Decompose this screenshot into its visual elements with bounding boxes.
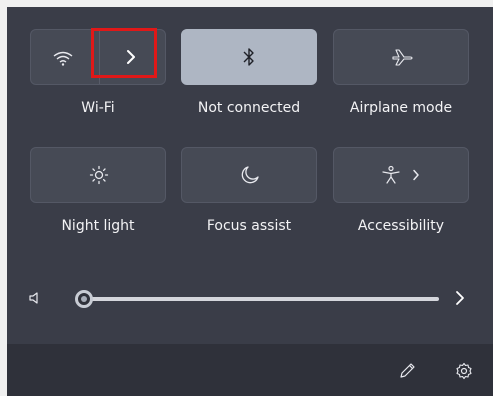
volume-slider-thumb[interactable]	[75, 290, 93, 308]
chevron-right-icon[interactable]	[412, 169, 420, 181]
focus-assist-label: Focus assist	[206, 218, 292, 234]
speaker-icon[interactable]	[28, 291, 42, 305]
volume-slider-track[interactable]	[87, 297, 439, 301]
wifi-icon	[53, 51, 73, 66]
airplane-icon	[392, 49, 413, 66]
gear-icon[interactable]	[455, 362, 473, 380]
chevron-right-icon[interactable]	[455, 290, 465, 306]
quick-settings-footer	[7, 344, 493, 396]
night-light-tile[interactable]	[30, 147, 166, 203]
airplane-mode-label: Airplane mode	[349, 100, 453, 116]
wifi-expand-button[interactable]	[99, 30, 166, 84]
moon-icon	[241, 166, 259, 184]
pencil-icon[interactable]	[398, 362, 416, 380]
quick-settings-panel: Wi-Fi Not connected Airplane mode Night …	[7, 7, 493, 396]
accessibility-label: Accessibility	[357, 218, 445, 234]
bluetooth-label: Not connected	[197, 100, 301, 116]
accessibility-icon	[382, 165, 400, 184]
wifi-label: Wi-Fi	[81, 100, 115, 116]
focus-assist-tile[interactable]	[181, 147, 317, 203]
bluetooth-tile[interactable]	[181, 29, 317, 85]
airplane-mode-tile[interactable]	[333, 29, 469, 85]
sun-icon	[89, 165, 109, 185]
wifi-toggle-button[interactable]	[31, 30, 99, 84]
wifi-tile	[30, 29, 166, 85]
bluetooth-icon	[243, 48, 254, 66]
chevron-right-icon	[127, 50, 135, 64]
accessibility-tile[interactable]	[333, 147, 469, 203]
night-light-label: Night light	[61, 218, 135, 234]
